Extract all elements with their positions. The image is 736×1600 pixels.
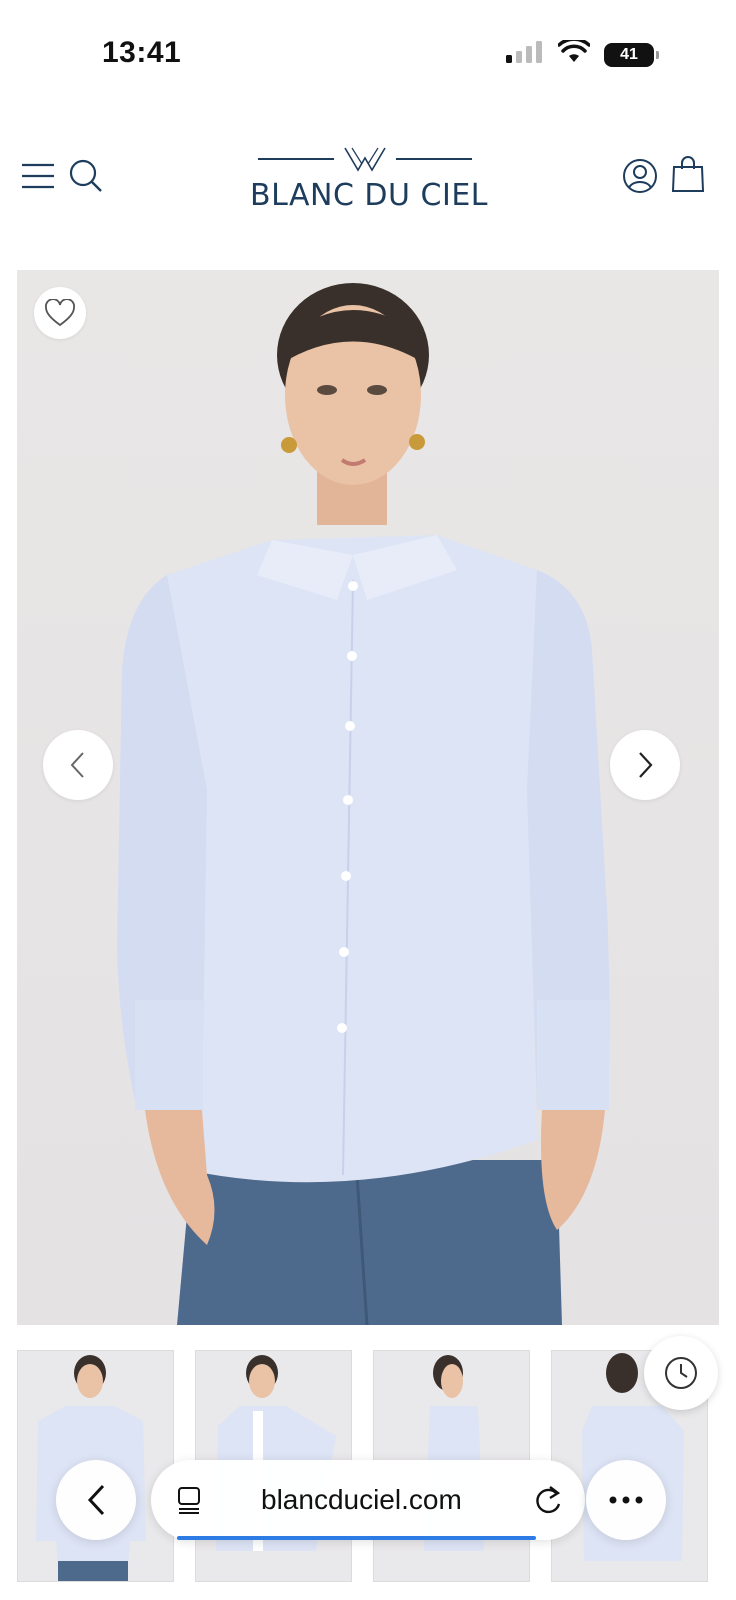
model-wearing-shirt-image [117,283,610,1325]
status-time: 13:41 [102,36,182,69]
page-load-progress [177,1536,536,1540]
brand-logo[interactable]: BLANC DU CIEL [250,142,488,222]
chevron-right-icon [639,752,653,778]
status-icons: 41 [506,37,659,69]
product-main-image[interactable] [17,270,719,1325]
tabs-icon[interactable] [177,1486,205,1519]
heart-icon [45,299,75,327]
url-text: blancduciel.com [261,1484,462,1515]
address-bar[interactable]: blancduciel.com [151,1460,585,1540]
more-icon [609,1496,643,1504]
wifi-icon [557,37,591,69]
logo-mark [250,142,480,176]
previous-image-button[interactable] [43,730,113,800]
site-header: BLANC DU CIEL [0,130,736,230]
cellular-signal-icon [506,41,544,68]
brand-name: BLANC DU CIEL [250,178,488,213]
browser-toolbar: blancduciel.com [0,1460,736,1560]
logo-wings-icon [344,147,386,172]
history-button[interactable] [644,1336,718,1410]
shopping-bag-icon[interactable] [668,154,708,194]
reload-icon[interactable] [533,1484,563,1521]
status-bar: 13:41 41 [0,0,736,110]
chevron-left-icon [70,752,84,778]
back-icon [87,1484,105,1516]
history-icon [665,1357,697,1389]
favorite-button[interactable] [34,287,86,339]
battery-icon: 41 [604,42,659,67]
account-icon[interactable] [620,156,660,196]
back-button[interactable] [56,1460,136,1540]
menu-icon[interactable] [18,156,58,196]
search-icon[interactable] [66,156,106,196]
next-image-button[interactable] [610,730,680,800]
more-button[interactable] [586,1460,666,1540]
